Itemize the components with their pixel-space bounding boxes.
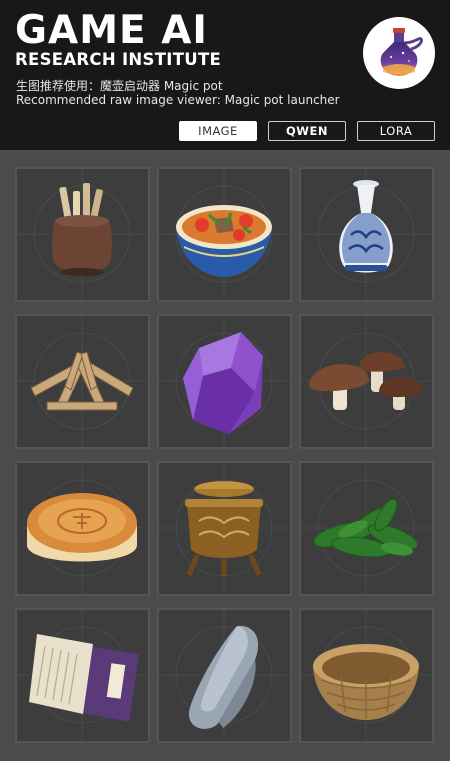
firewood-icon [17,316,148,447]
grid-item-firewood[interactable] [15,314,150,449]
header: GAME AI RESEARCH INSTITUTE 生图推荐使用：魔壶启动器 … [0,0,450,150]
mushrooms-icon [301,316,432,447]
app-subtitle: RESEARCH INSTITUTE [15,50,222,69]
launcher-recommendation-en: Recommended raw image viewer: Magic pot … [16,93,340,107]
stone-icon [159,610,290,741]
grid-item-scroll-jar[interactable] [15,167,150,302]
app-title: GAME AI [15,8,208,53]
porcelain-vase-icon [301,169,432,300]
tab-bar: IMAGE QWEN LORA [179,121,435,141]
grid-item-herb-leaves[interactable] [299,461,434,596]
grid-item-mooncake[interactable] [15,461,150,596]
bronze-censer-icon [159,463,290,594]
mooncake-icon [17,463,148,594]
tab-qwen[interactable]: QWEN [268,121,346,141]
magic-pot-icon [363,17,435,89]
grid-item-soup-bowl[interactable] [157,167,292,302]
herb-leaves-icon [301,463,432,594]
scroll-jar-icon [17,169,148,300]
grid-item-porcelain-vase[interactable] [299,167,434,302]
soup-bowl-icon [159,169,290,300]
amethyst-crystal-icon [159,316,290,447]
grid-item-old-book[interactable] [15,608,150,743]
wicker-basket-icon [301,610,432,741]
grid-item-mushrooms[interactable] [299,314,434,449]
grid-item-stone[interactable] [157,608,292,743]
grid-item-wicker-basket[interactable] [299,608,434,743]
tab-lora[interactable]: LORA [357,121,435,141]
tab-image[interactable]: IMAGE [179,121,257,141]
grid-item-amethyst[interactable] [157,314,292,449]
grid-item-bronze-censer[interactable] [157,461,292,596]
item-grid [15,167,434,743]
launcher-recommendation-zh: 生图推荐使用：魔壶启动器 Magic pot [16,79,223,93]
old-book-icon [17,610,148,741]
